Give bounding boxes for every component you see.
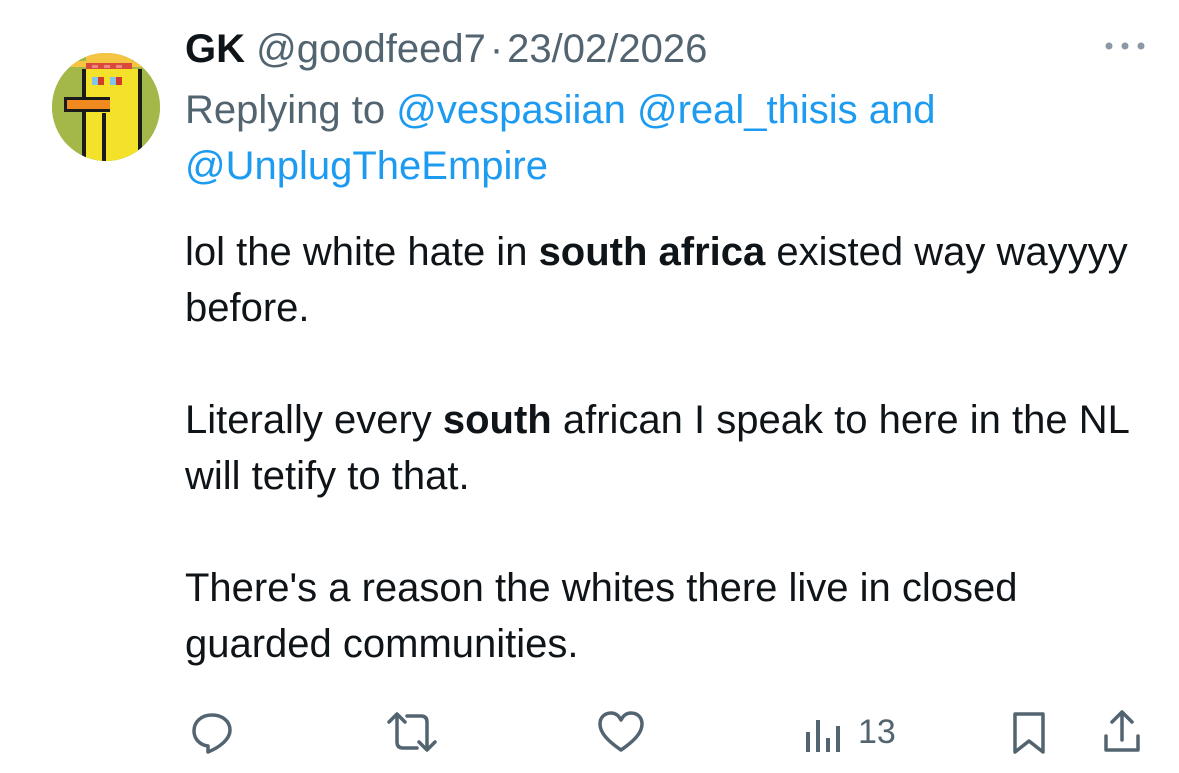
bookmark-icon — [1013, 712, 1045, 754]
tweet[interactable]: GK @goodfeed7 · 23/02/2026 Replying to @ve… — [0, 0, 1179, 773]
tweet-date[interactable]: 23/02/2026 — [507, 27, 707, 71]
tweet-paragraph: lol the white hate in south africa exist… — [185, 224, 1145, 336]
bookmark-button[interactable] — [1007, 708, 1051, 756]
tweet-paragraph: There's a reason the whites there live i… — [185, 566, 1018, 666]
tweet-content: GK @goodfeed7 · 23/02/2026 Replying to @ve… — [185, 22, 1145, 672]
text-run: Literally every — [185, 398, 443, 442]
reply-button[interactable] — [188, 708, 236, 756]
replying-to: Replying to @vespasiian @real_thisis and… — [185, 82, 1065, 194]
share-upload-icon — [1104, 710, 1140, 752]
views-bar-chart-icon — [806, 720, 840, 752]
tweet-text: lol the white hate in south africa exist… — [185, 224, 1145, 672]
like-button[interactable] — [596, 708, 646, 756]
avatar-duck-image — [52, 53, 160, 161]
heart-icon — [598, 711, 644, 752]
more-options-button[interactable] — [1100, 30, 1150, 60]
text-run: lol the white hate in — [185, 230, 539, 274]
retweet-icon — [387, 712, 437, 752]
header-separator: · — [489, 27, 504, 71]
mention-link[interactable]: @vespasiian — [396, 88, 626, 132]
reply-icon — [192, 713, 232, 754]
views-button[interactable]: 13 — [800, 708, 896, 756]
tweet-paragraph: Literally every south african I speak to… — [185, 392, 1145, 504]
display-name[interactable]: GK — [185, 27, 245, 71]
mention-joiner[interactable]: and — [869, 88, 936, 132]
share-button[interactable] — [1100, 708, 1144, 756]
views-count: 13 — [858, 712, 896, 751]
mention-link[interactable]: @UnplugTheEmpire — [185, 144, 548, 188]
mention-link[interactable]: @real_thisis — [637, 88, 858, 132]
avatar[interactable] — [52, 53, 160, 161]
bold-text: south africa — [538, 230, 766, 274]
bold-text: south — [442, 398, 552, 442]
tweet-actions: 13 — [0, 708, 1179, 758]
more-horizontal-icon — [1105, 42, 1145, 50]
tweet-header: GK @goodfeed7 · 23/02/2026 — [185, 22, 1145, 76]
user-handle[interactable]: @goodfeed7 — [256, 27, 486, 71]
replying-prefix: Replying to — [185, 88, 386, 132]
retweet-button[interactable] — [385, 708, 439, 756]
